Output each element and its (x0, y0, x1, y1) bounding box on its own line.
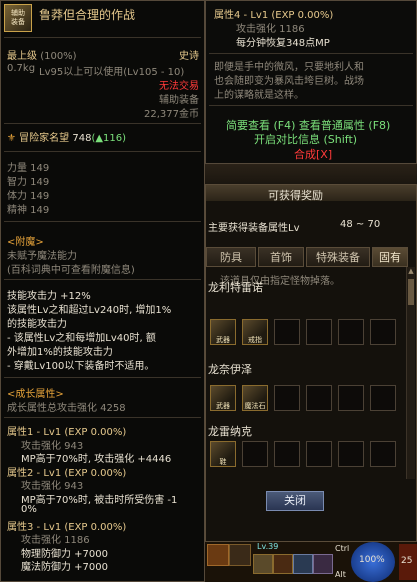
empty-slot (338, 319, 364, 345)
empty-slot (242, 441, 268, 467)
weight: 0.7kg (7, 63, 36, 74)
growth-line: 魔法防御力 +7000 (21, 562, 109, 573)
growth-total: 成长属性总攻击强化 4258 (7, 403, 126, 414)
flavor-line-1: 即便是手中的微风，只要地利人和 (214, 62, 364, 73)
skill-line-1: 技能攻击力 +12% (7, 291, 91, 302)
compose-hint[interactable]: 合成[X] (294, 146, 332, 162)
growth-header: <成长属性> (7, 389, 64, 400)
attr4-atk: 攻击强化 1186 (236, 24, 305, 35)
right-tooltip-panel: 属性4 - Lv1 (EXP 0.00%) 攻击强化 1186 每分钟恢复348… (205, 0, 417, 164)
category: 辅助装备 (159, 95, 199, 106)
skill-slot[interactable] (229, 544, 251, 566)
rewards-title-bar[interactable]: 可获得奖励 (206, 185, 416, 202)
skill-slot[interactable] (313, 554, 333, 574)
skill-line-2: 该属性Lv之和超过Lv240时, 增加1% (7, 305, 172, 316)
empty-slot (274, 319, 300, 345)
rewards-window: 可获得奖励 主要获得装备属性Lv 48 ~ 70 防具 首饰 特殊装备 固有 该… (205, 184, 417, 542)
enchant-header: <附魔> (7, 237, 44, 248)
main-attr-range: 48 ~ 70 (340, 219, 381, 230)
skill-slot[interactable] (207, 544, 229, 566)
empty-slot (338, 441, 364, 467)
hp-pct: 100% (359, 555, 385, 565)
ctrl-label: Ctrl (335, 544, 350, 553)
max-level-label: 最上级 (100%) (7, 51, 77, 62)
fame-row: ⚜ 冒险家名望 748(▲116) (7, 133, 127, 144)
empty-slot (274, 441, 300, 467)
skill-line-4: - 该属性Lv之和每增加Lv40时, 额 (7, 333, 156, 344)
hud-bar: Lv.39 Ctrl Alt 100% 25 (205, 542, 417, 582)
tab-innate[interactable]: 固有 (372, 247, 408, 267)
empty-slot (338, 385, 364, 411)
stat-str: 力量 149 (7, 163, 50, 174)
empty-slot (306, 385, 332, 411)
monster-name-3: 龙雷纳克 (208, 425, 252, 438)
empty-slot (370, 385, 396, 411)
tab-armor[interactable]: 防具 (206, 247, 256, 267)
level-req: Lv95以上可以使用(Lv105 - 10) (39, 67, 185, 78)
shoes-icon[interactable]: 鞋 (210, 441, 236, 467)
magic-stone-icon[interactable]: 魔法石 (242, 385, 268, 411)
attr4-mp: 每分钟恢复348点MP (236, 38, 330, 49)
num-value: 25 (401, 556, 413, 566)
empty-slot (306, 319, 332, 345)
tab-special[interactable]: 特殊装备 (306, 247, 370, 267)
close-label: 关闭 (284, 494, 306, 507)
game-background (205, 164, 417, 184)
empty-slot (370, 319, 396, 345)
num-badge: 25 (399, 544, 417, 580)
item-tooltip: 辅助 装备 鲁莽但合理的作战 最上级 (100%) 史诗 0.7kg Lv95以… (0, 0, 205, 582)
open-compare-hint[interactable]: 开启对比信息 (Shift) (254, 131, 357, 147)
growth-line: 0% (21, 504, 37, 515)
empty-slot (370, 441, 396, 467)
attr4-title: 属性4 - Lv1 (EXP 0.00%) (214, 10, 334, 21)
price: 22,377金币 (144, 109, 199, 120)
enchant-none: 未赋予魔法能力 (7, 251, 77, 262)
tab-accessory[interactable]: 首饰 (258, 247, 304, 267)
rewards-tabs: 防具 首饰 特殊装备 固有 (206, 247, 416, 267)
item-name: 鲁莽但合理的作战 (39, 8, 136, 22)
trade-status: 无法交易 (159, 81, 199, 92)
empty-slot (274, 385, 300, 411)
alt-label: Alt (335, 570, 346, 579)
skill-line-3: 的技能攻击力 (7, 319, 67, 330)
rarity: 史诗 (179, 51, 199, 62)
item-icon: 辅助 装备 (4, 4, 32, 32)
monster-name-1: 龙利特雷诺 (208, 281, 263, 294)
skill-line-5: 外增加1%的技能攻击力 (7, 347, 113, 358)
level-readout: Lv.39 (257, 542, 279, 551)
mp-orb: 100% (351, 542, 395, 582)
skill-slot[interactable] (273, 554, 293, 574)
skill-line-6: - 穿戴Lv100以下装备时不适用。 (7, 361, 155, 372)
enchant-hint: (百科词典中可查看附魔信息) (7, 265, 135, 276)
monster-name-2: 龙奈伊泽 (208, 363, 252, 376)
growth-line: MP高于70%时, 被击时所受伤害 -1 (21, 494, 178, 506)
skill-slot[interactable] (293, 554, 313, 574)
main-attr-label: 主要获得装备属性Lv (208, 223, 300, 234)
skill-slot[interactable] (253, 554, 273, 574)
scroll-thumb[interactable] (408, 279, 414, 305)
empty-slot (306, 441, 332, 467)
weapon-icon[interactable]: 武器 (210, 385, 236, 411)
stat-vit: 体力 149 (7, 191, 50, 202)
stat-spr: 精神 149 (7, 205, 50, 216)
ring-icon[interactable]: 戒指 (242, 319, 268, 345)
flavor-line-3: 上的谋略就是这样。 (214, 90, 304, 101)
scrollbar[interactable]: ▲ (406, 267, 415, 479)
rewards-title: 可获得奖励 (268, 189, 323, 202)
flavor-line-2: 也会随即变为暴风击垮巨树。战场 (214, 76, 364, 87)
fame-icon: ⚜ (7, 133, 16, 144)
stat-int: 智力 149 (7, 177, 50, 188)
weapon-icon[interactable]: 武器 (210, 319, 236, 345)
close-button[interactable]: 关闭 (266, 491, 324, 511)
